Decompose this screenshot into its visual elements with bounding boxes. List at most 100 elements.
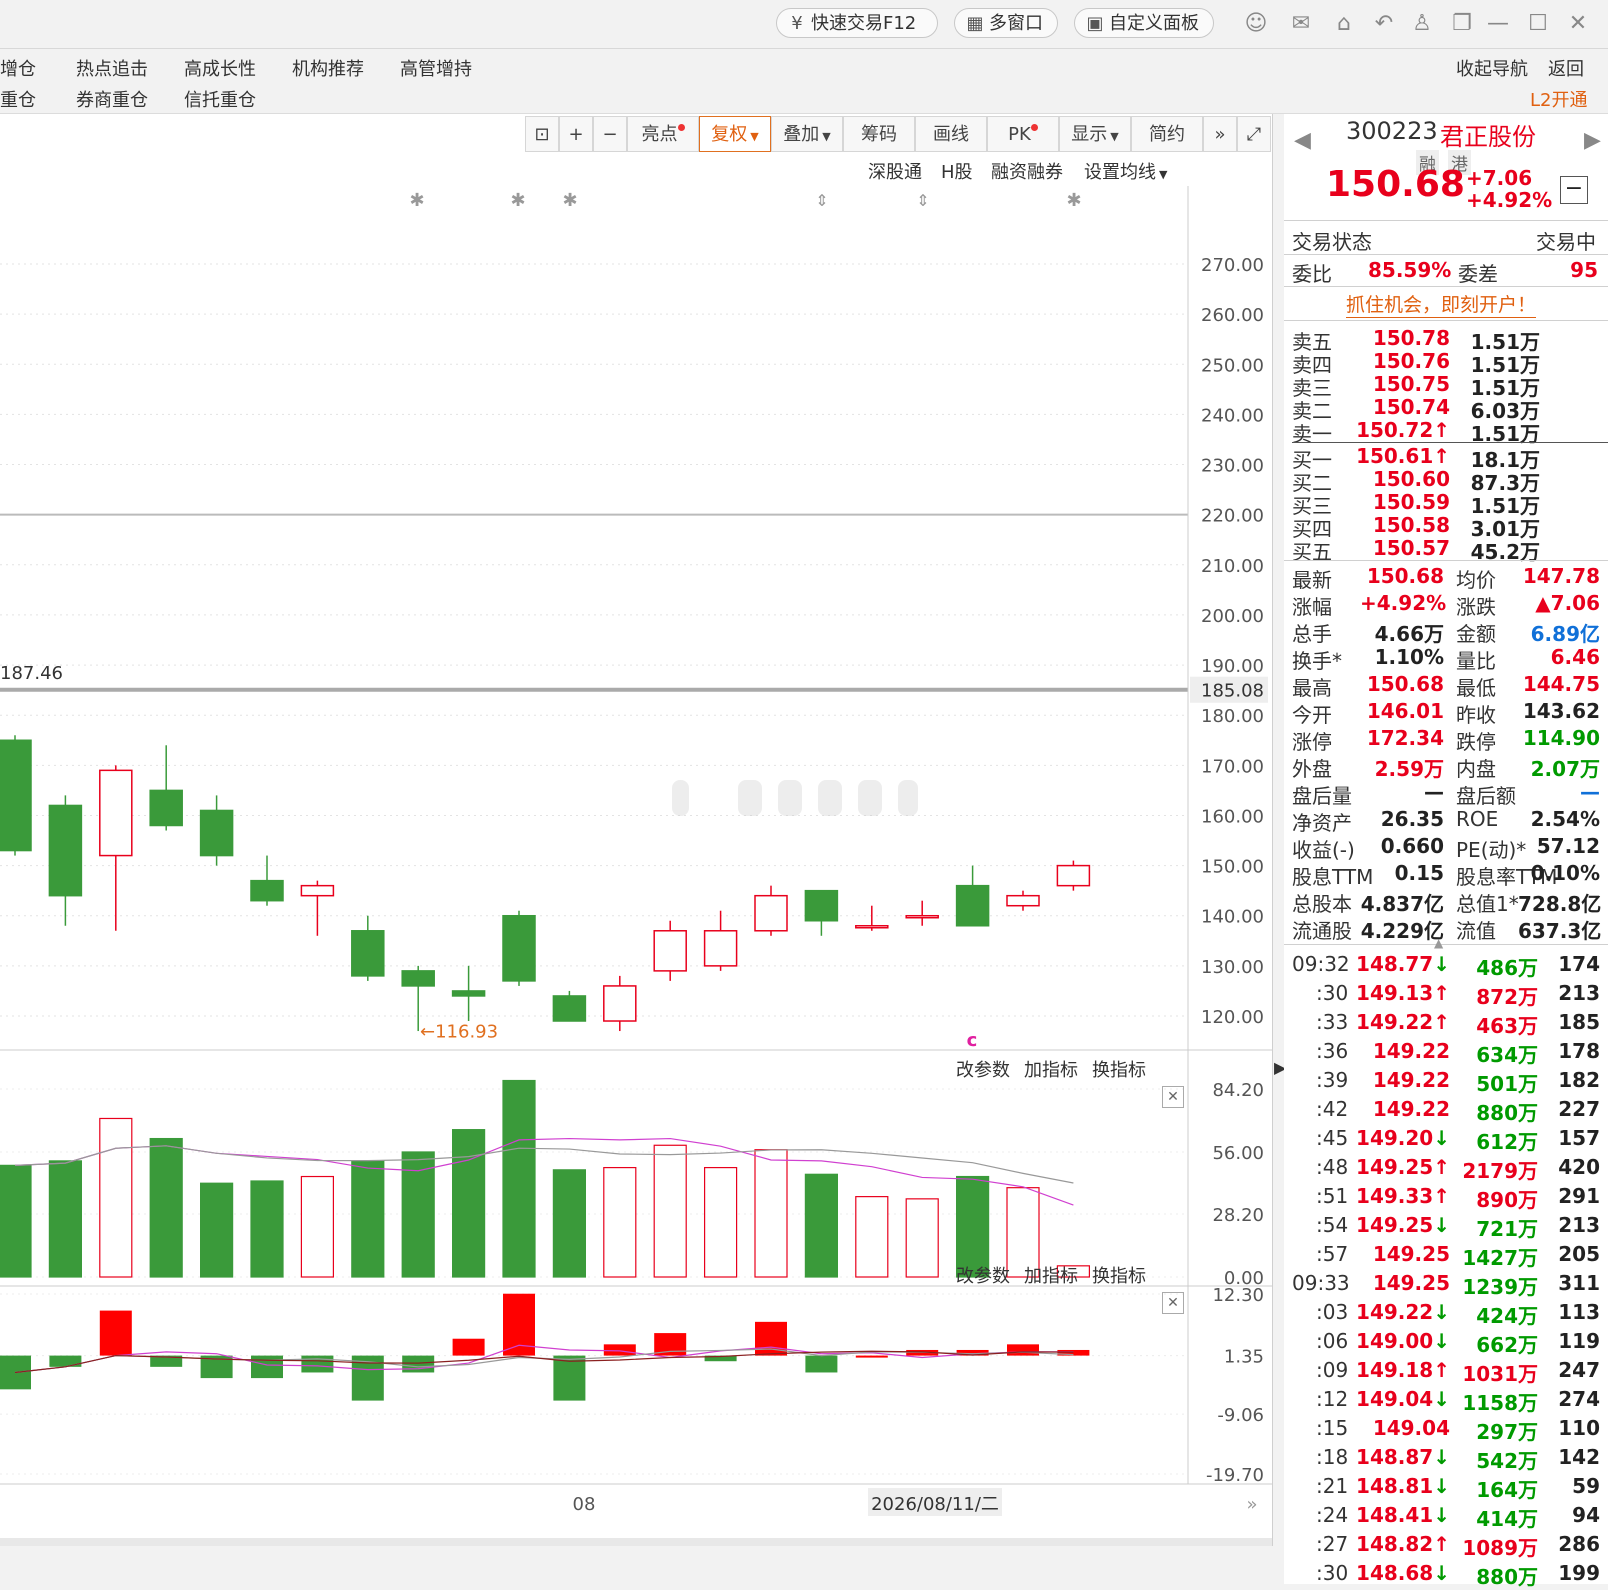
macd-close-icon[interactable]: ✕ (1162, 1292, 1184, 1314)
macd-bar (49, 1355, 82, 1367)
remove-watchlist-icon[interactable]: − (1560, 176, 1588, 204)
candle-body (804, 889, 839, 922)
macd-bar (301, 1355, 334, 1373)
nav-item[interactable]: 信托重仓 (184, 86, 256, 112)
macd-tick-label: -9.06 (1217, 1405, 1264, 1426)
volume-bar (0, 1164, 32, 1278)
tick-count: 227 (1558, 1097, 1600, 1121)
stat-value: 4.837亿 (1360, 892, 1444, 916)
stat-label: 净资产 (1292, 811, 1352, 835)
nav-item[interactable]: 热点追击 (76, 55, 148, 81)
candle-body (250, 879, 284, 902)
watermark-shape (818, 780, 842, 816)
grid-icon: ▦ (966, 13, 984, 34)
skin-icon[interactable]: ♙ (1408, 10, 1436, 38)
minimize-icon[interactable]: — (1484, 10, 1512, 38)
candle-body (99, 769, 133, 857)
macd-param-button[interactable]: 改参数 (956, 1262, 1010, 1288)
tick-price-value: 148.87 (1356, 1445, 1434, 1469)
ask-price: 150.74 (1372, 395, 1450, 419)
stat-label: 内盘 (1456, 757, 1496, 781)
month-label: 08 (573, 1494, 596, 1515)
open-account-link[interactable]: 抓住机会，即刻开户！ (1346, 290, 1537, 318)
price-tick-label: 210.00 (1201, 556, 1264, 577)
nav-item[interactable]: 高管增持 (400, 55, 472, 81)
watermark-shape (672, 780, 689, 816)
macd-change-indicator-button[interactable]: 换指标 (1092, 1262, 1146, 1288)
prev-stock-icon[interactable]: ◀ (1294, 128, 1311, 153)
macd-bar (99, 1310, 132, 1356)
tick-count: 420 (1558, 1155, 1600, 1179)
vol-add-indicator-button[interactable]: 加指标 (1024, 1056, 1078, 1082)
macd-tick-label: 1.35 (1224, 1347, 1264, 1368)
tick-price: 148.68↓ (1344, 1561, 1450, 1585)
quick-trade-button[interactable]: ¥ 快速交易F12 (776, 8, 938, 38)
stat-value: 637.3亿 (1518, 919, 1602, 943)
volume-bar (855, 1196, 889, 1278)
tick-amount: 414万 (1476, 1507, 1538, 1531)
candle-body (855, 925, 889, 929)
l2-link[interactable]: L2开通 (1530, 86, 1587, 112)
maximize-icon[interactable]: ☐ (1524, 10, 1552, 38)
price-tick-label: 150.00 (1201, 857, 1264, 878)
vol-close-icon[interactable]: ✕ (1162, 1086, 1184, 1108)
divider (1284, 560, 1608, 561)
last-price: 150.68 (1326, 164, 1465, 205)
stat-label: 涨跌 (1456, 595, 1496, 619)
candle-body (703, 930, 738, 967)
collapse-nav-link[interactable]: 收起导航 (1456, 55, 1528, 81)
back-link[interactable]: 返回 (1548, 55, 1584, 81)
macd-bar (805, 1355, 838, 1373)
tick-time: 09:32 (1292, 952, 1350, 976)
tick-price: 148.41↓ (1344, 1503, 1450, 1527)
collapse-up-icon[interactable]: ▲ (1434, 936, 1443, 950)
volume-tick-label: 56.00 (1212, 1143, 1264, 1164)
nav-item[interactable]: 机构推荐 (292, 55, 364, 81)
nav-item[interactable]: 增仓 (0, 55, 36, 81)
event-marker-icon: ⇕ (815, 191, 828, 210)
volume-bar (502, 1079, 536, 1278)
price-tick-label: 230.00 (1201, 456, 1264, 477)
tick-price: 148.82↑ (1344, 1532, 1450, 1556)
tick-price-value: 149.13 (1356, 981, 1434, 1005)
stat-value: 6.46 (1550, 645, 1600, 669)
vol-change-indicator-button[interactable]: 换指标 (1092, 1056, 1146, 1082)
tick-price: 149.22 (1344, 1039, 1450, 1063)
arrow-up-icon: ↑ (1433, 1155, 1450, 1179)
stat-value: 150.68 (1366, 564, 1444, 588)
cursor-date-label: 2026/08/11/二 (871, 1494, 999, 1515)
arrow-down-icon: ↓ (1433, 1474, 1450, 1498)
home-icon[interactable]: ⌂ (1330, 10, 1358, 38)
bid-price: 150.61↑ (1356, 444, 1450, 468)
stat-label: 量比 (1456, 649, 1496, 673)
arrow-up-icon: ↑ (1433, 1532, 1450, 1556)
nav-item[interactable]: 高成长性 (184, 55, 256, 81)
next-stock-icon[interactable]: ▶ (1584, 128, 1601, 153)
restore-icon[interactable]: ❐ (1448, 10, 1476, 38)
kline-chart[interactable]: 270.00 260.00 250.00 240.00 230.00 220.00 210.… (0, 114, 1272, 1546)
cursor-price-label: 185.08 (1201, 681, 1264, 702)
close-icon[interactable]: ✕ (1564, 10, 1592, 38)
price-tick-label: 120.00 (1201, 1007, 1264, 1028)
custom-panel-button[interactable]: ▣ 自定义面板 (1074, 8, 1214, 38)
macd-bar (603, 1344, 636, 1356)
user-icon[interactable]: ☺ (1242, 10, 1270, 38)
mail-icon[interactable]: ✉ (1287, 10, 1315, 38)
macd-bar (251, 1355, 283, 1379)
macd-add-indicator-button[interactable]: 加指标 (1024, 1262, 1078, 1288)
multi-window-button[interactable]: ▦ 多窗口 (954, 8, 1058, 38)
tick-price: 149.04 (1344, 1416, 1450, 1440)
tick-count: 199 (1558, 1561, 1600, 1585)
watermark-shape (778, 780, 802, 816)
tick-price: 149.25 (1344, 1271, 1450, 1295)
vol-param-button[interactable]: 改参数 (956, 1056, 1010, 1082)
tick-count: 213 (1558, 1213, 1600, 1237)
tick-amount: 1158万 (1462, 1391, 1538, 1415)
macd-bar (855, 1355, 888, 1358)
undo-icon[interactable]: ↶ (1370, 10, 1398, 38)
stat-value: 0.10% (1530, 861, 1600, 885)
nav-item[interactable]: 券商重仓 (76, 86, 148, 112)
nav-item[interactable]: 重仓 (0, 86, 36, 112)
watermark-shape (858, 780, 882, 816)
stat-label: 流值 (1456, 919, 1496, 943)
